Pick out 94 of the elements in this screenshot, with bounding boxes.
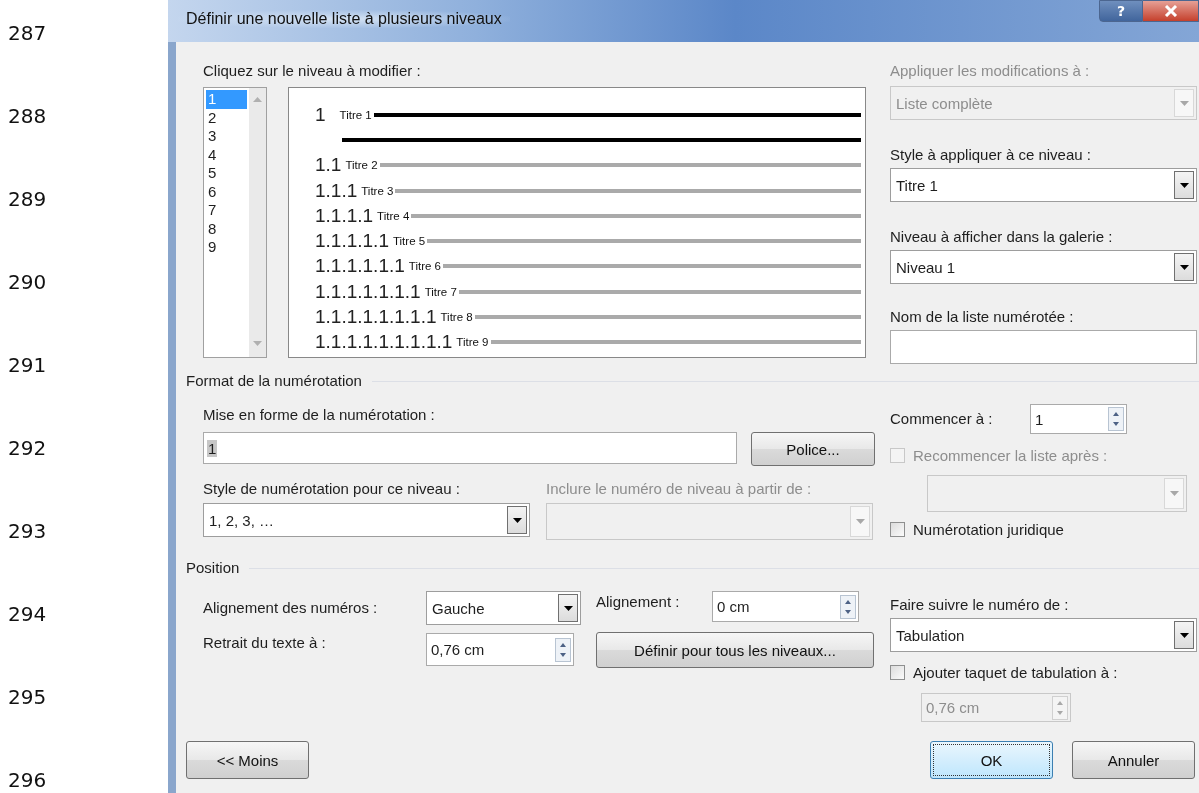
checkbox-label: Recommencer la liste après :: [913, 446, 1108, 464]
preview-style: Titre 4: [377, 209, 410, 222]
section-title: Position: [186, 559, 240, 577]
checkbox-label: Ajouter taquet de tabulation à :: [913, 663, 1118, 681]
close-button[interactable]: [1143, 0, 1199, 22]
line-number: 292: [7, 435, 48, 462]
scroll-down-icon: [253, 341, 262, 346]
level-item[interactable]: 9: [206, 238, 247, 257]
line-number: 296: [7, 767, 48, 793]
preview-number: 1.1.1.1.1: [315, 230, 389, 253]
preview-style: Titre 1: [339, 108, 372, 121]
level-item[interactable]: 3: [206, 127, 247, 146]
line-number: 294: [7, 601, 48, 628]
caret-icon: [1179, 182, 1189, 188]
caret-icon: [1169, 491, 1179, 496]
scroll-up-icon: [253, 97, 262, 102]
preview-style: Titre 5: [392, 235, 426, 248]
preview-number: 1.1.1.1.1.1.1.1: [315, 306, 437, 328]
checkbox[interactable]: [890, 664, 905, 680]
set-all-levels-button[interactable]: Définir pour tous les niveaux...: [596, 632, 874, 668]
preview-style: Titre 2: [345, 159, 378, 172]
preview-number: 1.1: [315, 154, 342, 177]
line-number: 293: [7, 518, 48, 545]
preview-number: 1.1.1.1: [315, 204, 374, 227]
preview-number: 1.1.1.1.1.1.1.1.1: [315, 331, 453, 354]
preview-style: Titre 9: [456, 336, 489, 349]
dropdown-arrow-button[interactable]: [1174, 253, 1194, 281]
field-label: Style de numérotation pour ce niveau :: [203, 480, 461, 498]
field-label: Alignement des numéros :: [203, 599, 379, 617]
field-label: Nom de la liste numérotée :: [890, 308, 1075, 326]
level-item[interactable]: 2: [206, 108, 247, 127]
preview-number: 1.1.1.1.1.1.1: [315, 280, 421, 303]
level-item[interactable]: 4: [206, 145, 247, 164]
help-button[interactable]: ?: [1099, 0, 1143, 22]
spin-field[interactable]: 0 cm: [712, 591, 859, 622]
line-number: 290: [7, 269, 48, 296]
close-icon: [1163, 5, 1178, 17]
caret-icon: [563, 605, 573, 611]
level-item[interactable]: 8: [206, 219, 247, 238]
input-field[interactable]: [890, 330, 1197, 364]
field-label: Appliquer les modifications à :: [890, 62, 1091, 80]
field-label: Faire suivre le numéro de :: [890, 596, 1070, 614]
scrollbar[interactable]: [249, 88, 266, 357]
preview-number: 1.1.1.1.1.1: [315, 255, 405, 278]
line-number: 288: [7, 103, 48, 130]
dropdown[interactable]: 1, 2, 3, …: [203, 503, 530, 537]
dialog-button[interactable]: OK: [930, 741, 1053, 779]
preview-style: Titre 3: [361, 184, 394, 197]
field-label: Mise en forme de la numérotation :: [203, 406, 436, 424]
dropdown-arrow-button[interactable]: [1174, 621, 1194, 649]
field-label: Inclure le numéro de niveau à partir de :: [546, 480, 812, 498]
section-title: Format de la numérotation: [186, 372, 362, 390]
dropdown-arrow-button[interactable]: [1174, 171, 1194, 199]
spin-arrows-icon: [840, 594, 856, 619]
spin-arrows-icon: [1052, 695, 1068, 720]
field-label: Style à appliquer à ce niveau :: [890, 146, 1092, 164]
caret-icon: [1179, 632, 1189, 638]
line-number: 295: [7, 684, 48, 711]
dialog-button[interactable]: << Moins: [186, 741, 309, 779]
line-number: 287: [7, 20, 48, 47]
caret-icon: [512, 517, 522, 523]
dropdown-arrow-button[interactable]: [558, 594, 578, 622]
field-label: Alignement :: [596, 593, 681, 611]
input-field[interactable]: 1: [203, 432, 737, 464]
spin-field[interactable]: 1: [1030, 404, 1127, 434]
spin-arrows-icon: [555, 637, 571, 662]
level-item[interactable]: 5: [206, 164, 247, 183]
dropdown[interactable]: Niveau 1: [890, 250, 1197, 284]
dropdown-arrow-button[interactable]: [507, 506, 527, 534]
caret-icon: [1179, 264, 1189, 270]
spin-arrows-icon: [1108, 407, 1124, 431]
field-label: Niveau à afficher dans la galerie :: [890, 228, 1114, 246]
dropdown[interactable]: Titre 1: [890, 168, 1197, 202]
dropdown[interactable]: Tabulation: [890, 618, 1197, 652]
dialog-button[interactable]: Annuler: [1072, 741, 1195, 779]
preview-style: Titre 8: [440, 311, 473, 323]
dropdown[interactable]: Gauche: [426, 591, 581, 625]
field-label: Retrait du texte à :: [203, 634, 327, 653]
checkbox-label: Numérotation juridique: [913, 520, 1064, 538]
line-number: 291: [7, 352, 48, 379]
level-item[interactable]: 7: [206, 201, 247, 220]
line-number: 289: [7, 186, 48, 213]
preview-style: Titre 6: [408, 260, 441, 273]
preview-style: Titre 7: [424, 285, 457, 298]
preview-number: 1.1.1: [315, 179, 358, 202]
level-item[interactable]: 6: [206, 182, 247, 201]
font-button[interactable]: Police...: [751, 432, 875, 466]
caret-icon: [855, 519, 865, 524]
field-label: Commencer à :: [890, 410, 994, 428]
field-label: Cliquez sur le niveau à modifier :: [203, 62, 422, 80]
caret-icon: [1179, 100, 1189, 106]
spin-field[interactable]: 0,76 cm: [426, 633, 574, 666]
checkbox[interactable]: [890, 521, 905, 537]
preview-number: 1: [315, 103, 326, 126]
